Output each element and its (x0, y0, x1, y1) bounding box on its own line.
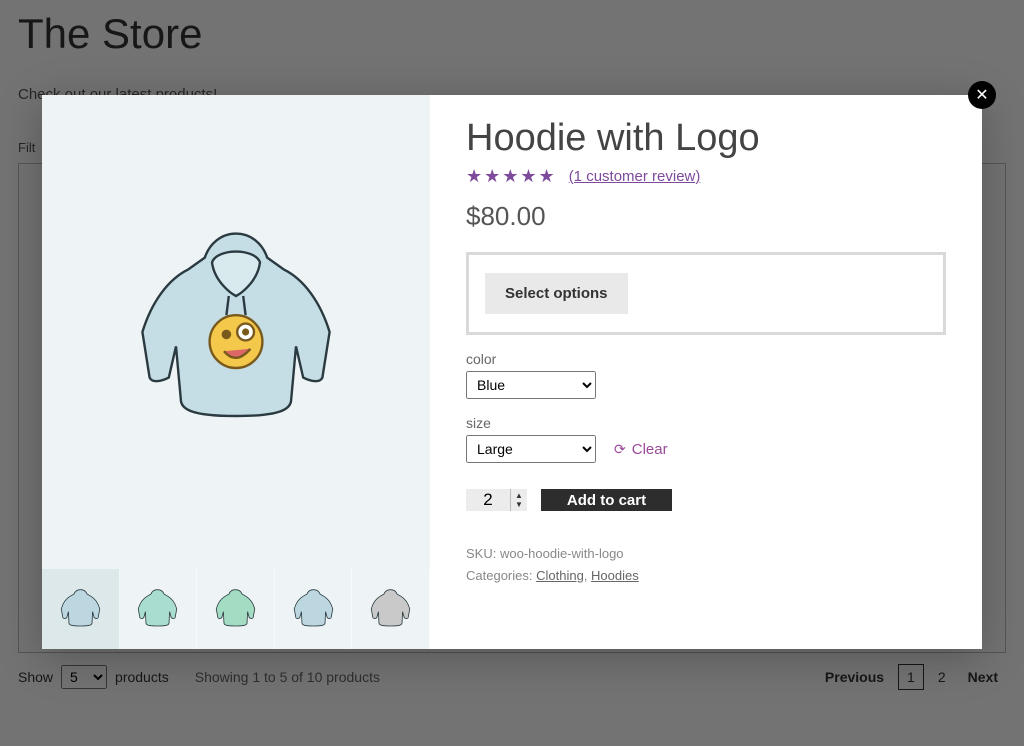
price-value: 80.00 (480, 201, 545, 231)
sku-label: SKU: (466, 546, 496, 561)
quantity-stepper: ▲ ▼ (466, 489, 527, 511)
hoodie-icon (286, 582, 341, 637)
star-rating: ★★★★★ (466, 166, 557, 187)
select-options-box: Select options (466, 252, 946, 335)
main-product-image[interactable] (42, 95, 430, 569)
product-title: Hoodie with Logo (466, 117, 946, 160)
color-select[interactable]: BlueRedGreenGray (466, 371, 596, 399)
review-link[interactable]: (1 customer review) (569, 168, 701, 185)
select-options-button[interactable]: Select options (485, 273, 628, 314)
thumbnail-strip (42, 569, 430, 649)
hoodie-icon (208, 582, 263, 637)
size-label: size (466, 415, 946, 431)
qty-down-icon[interactable]: ▼ (515, 500, 523, 509)
quantity-input[interactable] (466, 489, 510, 511)
hoodie-icon (53, 582, 108, 637)
hoodie-icon (363, 582, 418, 637)
hoodie-icon (130, 582, 185, 637)
hoodie-icon (116, 212, 356, 452)
close-button[interactable]: ✕ (968, 81, 996, 109)
product-meta: SKU: woo-hoodie-with-logo Categories: Cl… (466, 543, 946, 587)
product-quickview-modal: ✕ Hoodie with Lo (42, 95, 982, 649)
add-to-cart-button[interactable]: Add to cart (541, 489, 672, 511)
thumb-collection[interactable] (120, 569, 198, 649)
price: $80.00 (466, 201, 946, 232)
sku-value: woo-hoodie-with-logo (500, 546, 624, 561)
size-select[interactable]: SmallMediumLargeXL (466, 435, 596, 463)
clear-label: Clear (632, 441, 668, 458)
color-variation: color BlueRedGreenGray (466, 351, 946, 399)
category-link[interactable]: Hoodies (591, 568, 639, 583)
thumb-green-tee[interactable] (197, 569, 275, 649)
category-link[interactable]: Clothing (536, 568, 584, 583)
size-variation: size SmallMediumLargeXL ⟳ Clear (466, 415, 946, 463)
currency-symbol: $ (466, 201, 480, 231)
thumb-blue-hoodie-2[interactable] (275, 569, 353, 649)
close-icon: ✕ (975, 85, 988, 105)
product-details: Hoodie with Logo ★★★★★ (1 customer revie… (430, 95, 982, 649)
clear-variations-link[interactable]: ⟳ Clear (614, 441, 668, 458)
color-label: color (466, 351, 946, 367)
qty-up-icon[interactable]: ▲ (515, 491, 523, 500)
categories-label: Categories: (466, 568, 532, 583)
product-gallery (42, 95, 430, 649)
category-links: Clothing, Hoodies (536, 568, 639, 583)
refresh-icon: ⟳ (614, 441, 626, 458)
thumb-blue-hoodie[interactable] (42, 569, 120, 649)
thumb-gray-hoodie[interactable] (352, 569, 430, 649)
